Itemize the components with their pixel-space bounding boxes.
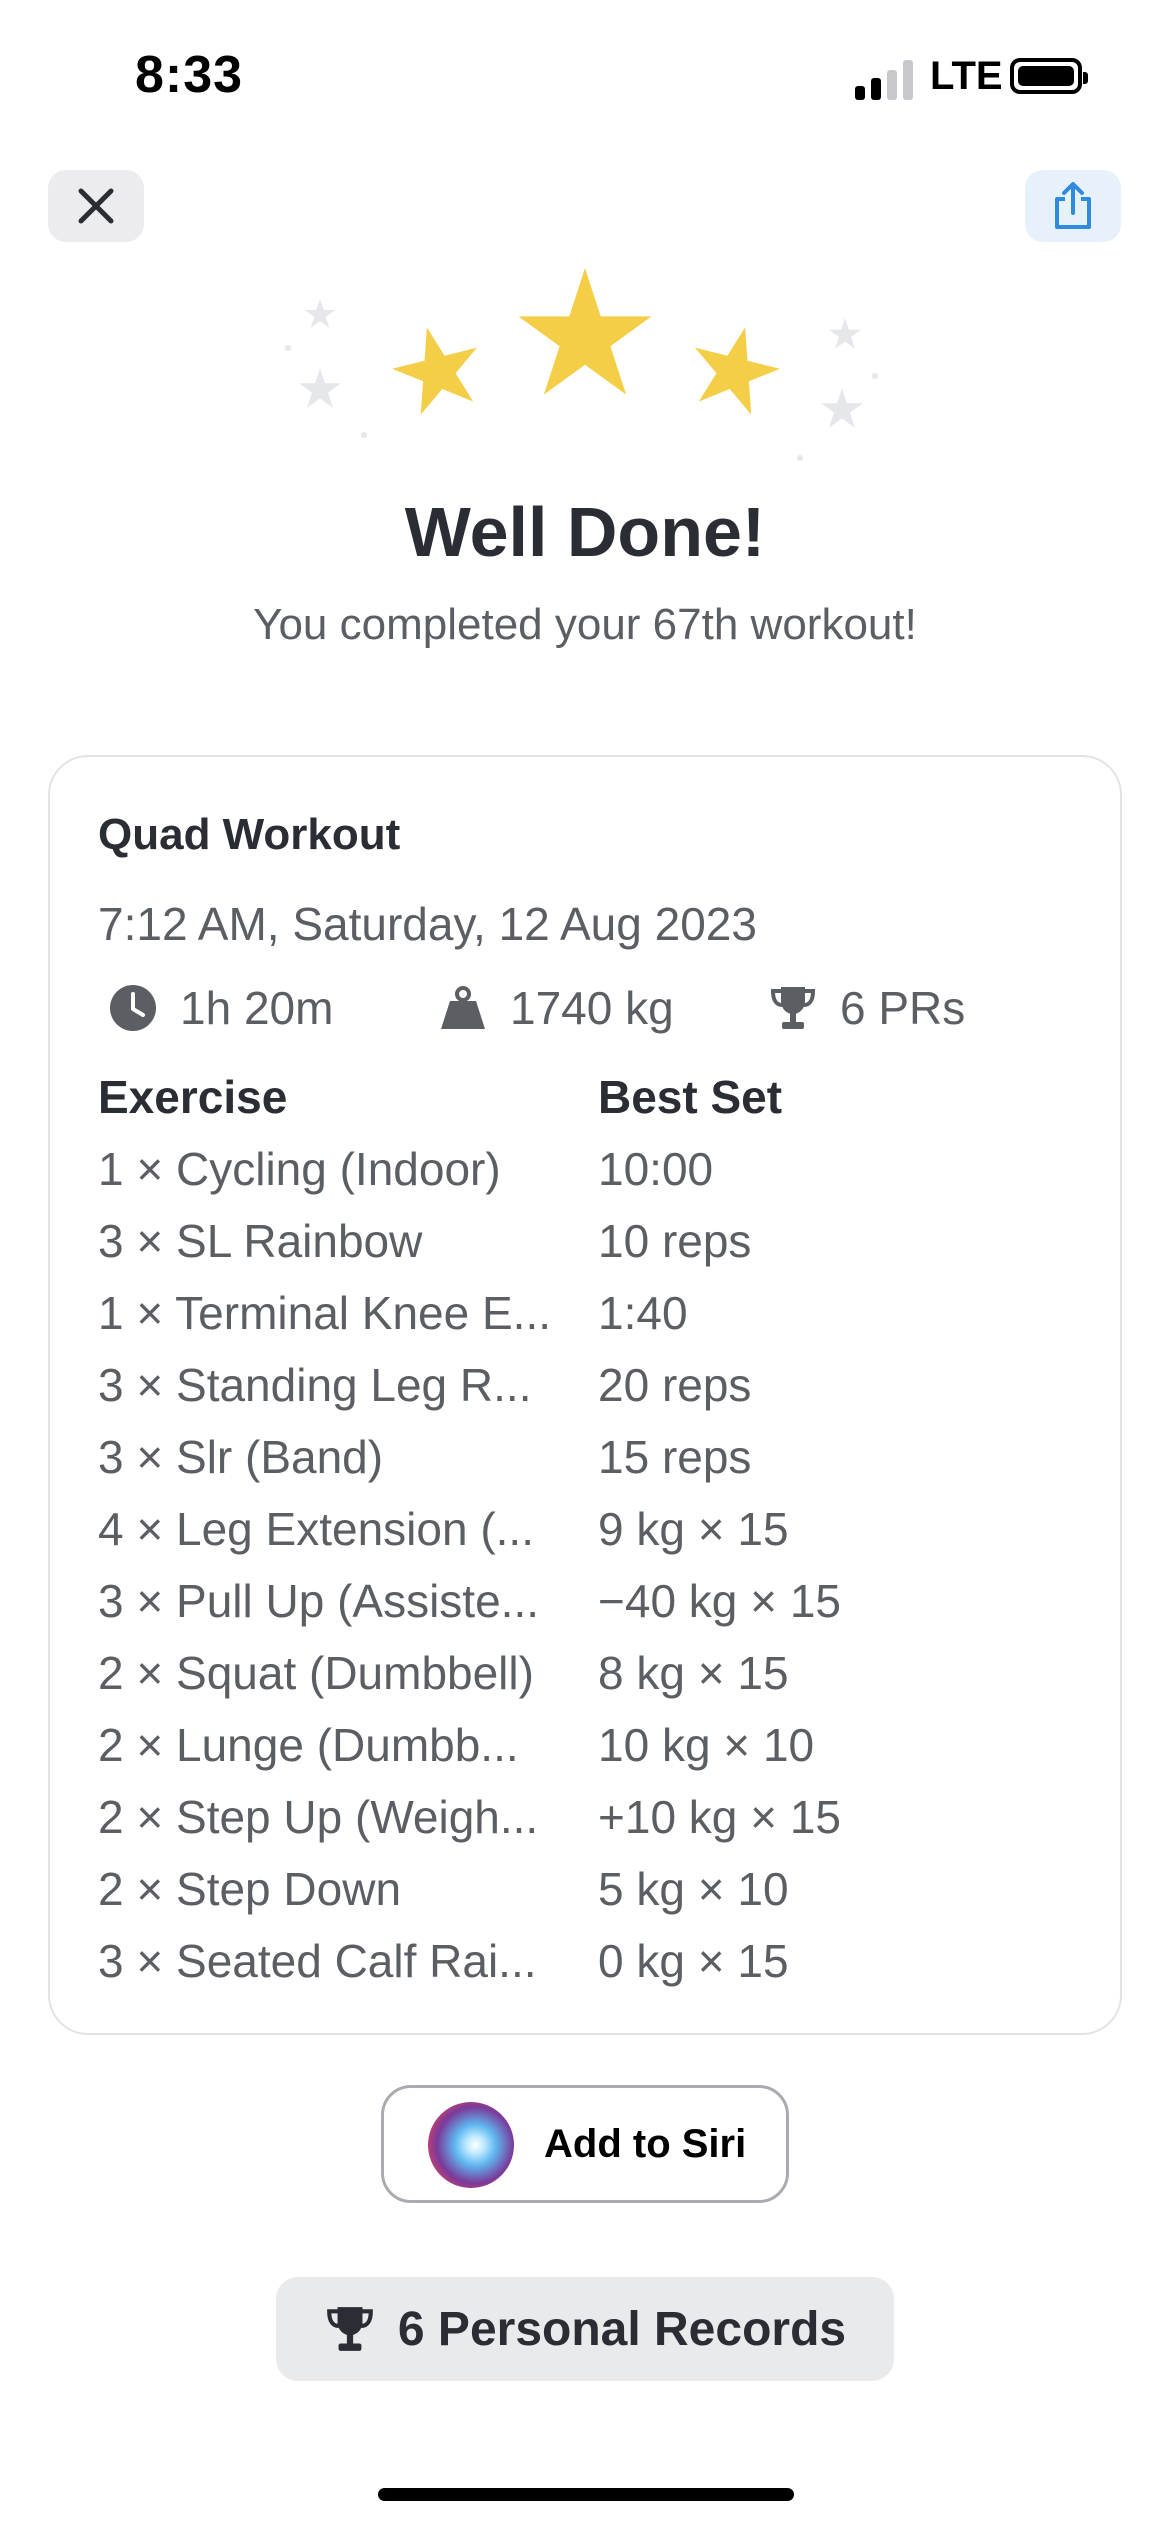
network-type: LTE (930, 54, 1003, 98)
share-icon (1055, 182, 1091, 229)
exercise-column-header: Exercise (98, 1071, 288, 1123)
exercise-row: 3 × Seated Calf Rai... 0 kg × 15 (50, 1934, 1124, 2006)
trophy-icon (327, 2307, 373, 2351)
exercise-row: 1 × Terminal Knee E... 1:40 (50, 1286, 1124, 1358)
exercise-name: 4 × Leg Extension (... (98, 1503, 534, 1555)
status-time: 8:33 (135, 46, 244, 104)
home-indicator[interactable] (378, 2488, 794, 2501)
exercise-best-set: 20 reps (598, 1359, 752, 1411)
exercise-name: 2 × Squat (Dumbbell) (98, 1647, 534, 1699)
prs-value: 6 PRs (840, 982, 966, 1034)
clock-icon (110, 985, 156, 1031)
exercise-name: 1 × Terminal Knee E... (98, 1287, 552, 1339)
exercise-list: 1 × Cycling (Indoor) 10:00 3 × SL Rainbo… (50, 1142, 1124, 2006)
workout-stats: 1h 20m 1740 kg 6 PRs (98, 981, 1098, 1037)
exercise-best-set: 10:00 (598, 1143, 714, 1195)
page-title: Well Done! (404, 493, 766, 571)
page-subtitle: You completed your 67th workout! (253, 600, 917, 649)
exercise-best-set: 10 kg × 10 (598, 1719, 815, 1771)
workout-summary-card: Quad Workout 7:12 AM, Saturday, 12 Aug 2… (48, 755, 1122, 2035)
close-button[interactable] (48, 170, 144, 242)
personal-records-label: 6 Personal Records (397, 2302, 847, 2356)
exercise-row: 3 × SL Rainbow 10 reps (50, 1214, 1124, 1286)
exercise-name: 3 × Standing Leg R... (98, 1359, 532, 1411)
exercise-row: 1 × Cycling (Indoor) 10:00 (50, 1142, 1124, 1214)
trophy-icon (770, 987, 816, 1029)
exercise-name: 3 × Seated Calf Rai... (98, 1935, 537, 1987)
weight-icon (441, 986, 485, 1029)
exercise-name: 2 × Lunge (Dumbb... (98, 1719, 519, 1771)
share-button[interactable] (1025, 170, 1121, 242)
duration-value: 1h 20m (180, 982, 334, 1034)
workout-datetime: 7:12 AM, Saturday, 12 Aug 2023 (98, 898, 757, 950)
exercise-best-set: +10 kg × 15 (598, 1791, 841, 1843)
star-large-icon (518, 268, 652, 395)
close-icon (78, 188, 114, 224)
exercise-name: 2 × Step Down (98, 1863, 402, 1915)
exercise-best-set: 10 reps (598, 1215, 752, 1267)
exercise-row: 3 × Slr (Band) 15 reps (50, 1430, 1124, 1502)
add-to-siri-label: Add to Siri (544, 2122, 747, 2166)
duration-stat: 1h 20m (108, 981, 333, 1035)
volume-stat: 1740 kg (438, 981, 674, 1035)
exercise-best-set: 5 kg × 10 (598, 1863, 789, 1915)
exercise-name: 1 × Cycling (Indoor) (98, 1143, 501, 1195)
exercise-row: 2 × Squat (Dumbbell) 8 kg × 15 (50, 1646, 1124, 1718)
cellular-signal-icon (855, 58, 915, 100)
star-left-icon (384, 316, 490, 419)
siri-icon (428, 2102, 514, 2188)
star-right-icon (682, 316, 788, 419)
exercise-name: 3 × Slr (Band) (98, 1431, 384, 1483)
personal-records-button[interactable]: 6 Personal Records (276, 2277, 894, 2381)
exercise-row: 2 × Lunge (Dumbb... 10 kg × 10 (50, 1718, 1124, 1790)
exercise-best-set: −40 kg × 15 (598, 1575, 841, 1627)
exercise-row: 2 × Step Down 5 kg × 10 (50, 1862, 1124, 1934)
exercise-row: 3 × Standing Leg R... 20 reps (50, 1358, 1124, 1430)
exercise-best-set: 8 kg × 15 (598, 1647, 789, 1699)
exercise-name: 3 × SL Rainbow (98, 1215, 423, 1267)
exercise-row: 3 × Pull Up (Assiste... −40 kg × 15 (50, 1574, 1124, 1646)
exercise-best-set: 0 kg × 15 (598, 1935, 789, 1987)
exercise-best-set: 1:40 (598, 1287, 688, 1339)
exercise-row: 4 × Leg Extension (... 9 kg × 15 (50, 1502, 1124, 1574)
battery-icon (1010, 58, 1088, 94)
best-set-column-header: Best Set (598, 1071, 783, 1123)
exercise-name: 2 × Step Up (Weigh... (98, 1791, 539, 1843)
volume-value: 1740 kg (510, 982, 674, 1034)
celebration-stars (285, 268, 878, 461)
exercise-name: 3 × Pull Up (Assiste... (98, 1575, 539, 1627)
status-bar: 8:33 LTE (0, 0, 1170, 150)
exercise-best-set: 15 reps (598, 1431, 752, 1483)
exercise-row: 2 × Step Up (Weigh... +10 kg × 15 (50, 1790, 1124, 1862)
workout-title: Quad Workout (98, 810, 401, 859)
exercise-best-set: 9 kg × 15 (598, 1503, 789, 1555)
add-to-siri-button[interactable]: Add to Siri (381, 2085, 789, 2203)
prs-stat: 6 PRs (768, 981, 965, 1035)
